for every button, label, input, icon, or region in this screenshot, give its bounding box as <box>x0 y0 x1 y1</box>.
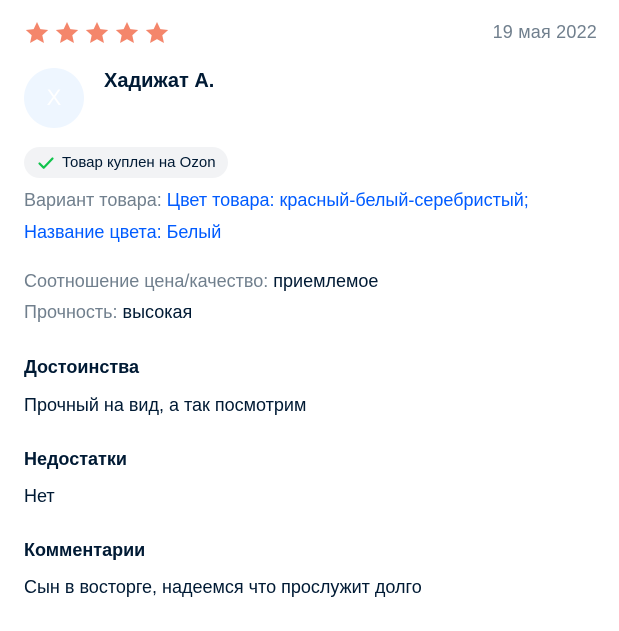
purchased-badge: Товар куплен на Ozon <box>24 147 228 178</box>
star-icon <box>84 20 110 46</box>
attribute-label: Прочность: <box>24 302 118 322</box>
variant-label: Вариант товара: <box>24 190 162 210</box>
variant-line: Вариант товара: Цвет товара: красный-бел… <box>24 190 529 211</box>
star-icon <box>114 20 140 46</box>
review-card: 19 мая 2022 Х Хадижат А. Товар куплен на… <box>0 0 619 631</box>
comment-title: Комментарии <box>24 540 146 560</box>
checkmark-icon <box>36 153 56 173</box>
avatar-letter: Х <box>46 85 62 110</box>
attribute-durability: Прочность: высокая <box>24 302 192 323</box>
rating-stars <box>24 20 170 46</box>
star-icon <box>54 20 80 46</box>
pros-text: Прочный на вид, а так посмотрим <box>24 395 307 415</box>
variant-name-link[interactable]: Название цвета: Белый <box>24 222 221 242</box>
star-icon <box>144 20 170 46</box>
avatar[interactable]: Х <box>24 68 84 128</box>
attribute-price-quality: Соотношение цена/качество: приемлемое <box>24 271 378 292</box>
attribute-value: приемлемое <box>273 271 379 291</box>
author-name[interactable]: Хадижат А. <box>104 70 214 93</box>
attribute-label: Соотношение цена/качество: <box>24 271 269 291</box>
comment-text: Сын в восторге, надеемся что прослужит д… <box>24 577 422 597</box>
pros-title: Достоинства <box>24 357 139 377</box>
variant-name-line: Название цвета: Белый <box>24 222 221 243</box>
variant-color-link[interactable]: Цвет товара: красный-белый-серебристый; <box>167 190 529 210</box>
star-icon <box>24 20 50 46</box>
review-date: 19 мая 2022 <box>492 22 597 42</box>
cons-text: Нет <box>24 486 55 506</box>
purchased-badge-label: Товар куплен на Ozon <box>62 154 216 171</box>
cons-title: Недостатки <box>24 449 127 469</box>
attribute-value: высокая <box>122 302 193 322</box>
